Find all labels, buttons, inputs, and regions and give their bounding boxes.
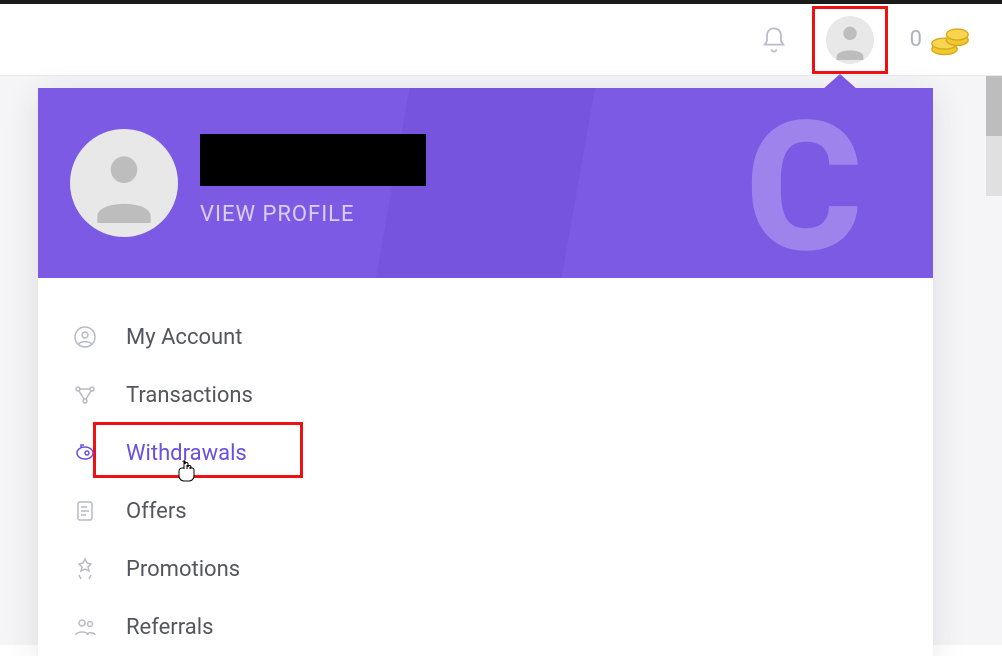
redacted-username (200, 134, 426, 186)
coins-icon (930, 22, 970, 58)
user-menu: My Account Transactions (38, 278, 933, 656)
avatar (70, 129, 178, 237)
menu-item-label: My Account (126, 325, 242, 350)
menu-item-withdrawals[interactable]: Withdrawals (68, 424, 933, 482)
user-dropdown: C VIEW PROFILE My Account (38, 88, 933, 656)
coin-balance: 0 (910, 22, 970, 58)
person-icon (830, 20, 870, 60)
coin-balance-value: 0 (910, 27, 922, 52)
user-dropdown-header: C VIEW PROFILE (38, 88, 933, 278)
bell-icon (760, 25, 788, 55)
notifications-button[interactable] (758, 24, 790, 56)
menu-item-transactions[interactable]: Transactions (68, 366, 933, 424)
avatar (826, 16, 874, 64)
account-icon (72, 324, 98, 350)
menu-item-my-account[interactable]: My Account (68, 308, 933, 366)
top-bar: 0 (0, 4, 1002, 76)
menu-item-promotions[interactable]: Promotions (68, 540, 933, 598)
scrollbar[interactable] (986, 76, 1002, 196)
menu-item-label: Transactions (126, 383, 253, 408)
view-profile-link[interactable]: VIEW PROFILE (200, 202, 426, 227)
menu-item-offers[interactable]: Offers (68, 482, 933, 540)
user-avatar-button[interactable] (812, 6, 888, 74)
person-icon (84, 143, 164, 223)
menu-item-referrals[interactable]: Referrals (68, 598, 933, 656)
offers-icon (72, 498, 98, 524)
menu-item-label: Offers (126, 499, 187, 524)
menu-item-label: Referrals (126, 615, 213, 640)
withdrawals-icon (72, 440, 98, 466)
menu-item-label: Promotions (126, 557, 240, 582)
promotions-icon (72, 556, 98, 582)
menu-item-label: Withdrawals (126, 441, 247, 466)
transactions-icon (72, 382, 98, 408)
referrals-icon (72, 614, 98, 640)
